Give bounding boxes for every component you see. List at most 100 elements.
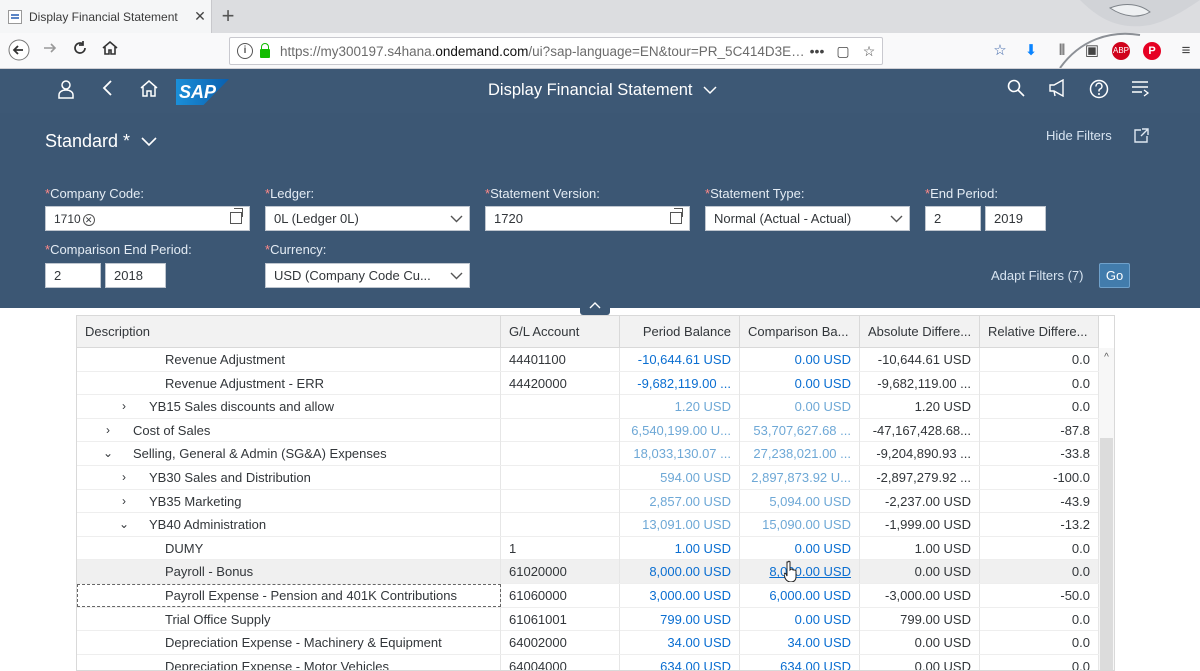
- comparison-balance-cell[interactable]: 2,897,873.92 U...: [740, 466, 860, 489]
- period-balance-cell[interactable]: -9,682,119.00 ...: [620, 371, 740, 395]
- column-header-description[interactable]: Description: [77, 316, 501, 347]
- currency-select[interactable]: USD (Company Code Cu...: [265, 263, 470, 288]
- close-tab-icon[interactable]: ✕: [189, 8, 211, 25]
- period-balance-cell[interactable]: -10,644.61 USD: [620, 348, 740, 371]
- column-header-relative-difference[interactable]: Relative Differe...: [980, 316, 1099, 347]
- url-text[interactable]: https://my300197.s4hana.ondemand.com/ui?…: [280, 44, 804, 59]
- comparison-balance-cell[interactable]: 53,707,627.68 ...: [740, 418, 860, 442]
- me-area-button[interactable]: [1128, 79, 1152, 103]
- hide-filters-button[interactable]: Hide Filters: [1046, 128, 1112, 143]
- scroll-up-icon[interactable]: ^: [1099, 348, 1114, 368]
- table-row[interactable]: › YB15 Sales discounts and allow 1.20 USD 0…: [77, 395, 1099, 419]
- share-button[interactable]: [1133, 127, 1150, 147]
- table-row[interactable]: DUMY 1 1.00 USD 0.00 USD 1.00 USD 0.0: [77, 536, 1099, 561]
- vertical-scrollbar[interactable]: ^: [1099, 348, 1114, 670]
- statement-type-select[interactable]: Normal (Actual - Actual): [705, 206, 910, 231]
- period-balance-cell[interactable]: 1.00 USD: [620, 536, 740, 560]
- expand-node-icon[interactable]: ›: [117, 466, 131, 489]
- browser-tab[interactable]: Display Financial Statement ✕: [0, 0, 212, 33]
- notifications-button[interactable]: [1046, 78, 1070, 103]
- table-row[interactable]: › YB30 Sales and Distribution 594.00 USD 2,…: [77, 466, 1099, 490]
- expand-node-icon[interactable]: ›: [101, 419, 115, 442]
- period-balance-cell[interactable]: 3,000.00 USD: [620, 584, 740, 607]
- go-button[interactable]: Go: [1099, 263, 1130, 288]
- gl-account-cell: [501, 489, 620, 513]
- bookmarks-star-icon[interactable]: ☆: [990, 41, 1010, 61]
- comparison-period-input[interactable]: 2: [45, 263, 101, 288]
- site-info-icon[interactable]: i: [237, 43, 253, 59]
- home-button[interactable]: [98, 39, 122, 63]
- table-row[interactable]: Revenue Adjustment - ERR 44420000 -9,682,1…: [77, 371, 1099, 396]
- comparison-balance-cell[interactable]: 0.00 USD: [740, 395, 860, 419]
- column-header-gl-account[interactable]: G/L Account: [501, 316, 620, 347]
- forward-button[interactable]: [38, 39, 62, 63]
- statement-version-input[interactable]: 1720: [485, 206, 690, 231]
- period-balance-cell[interactable]: 8,000.00 USD: [620, 560, 740, 584]
- collapse-node-icon[interactable]: ⌄: [101, 442, 115, 465]
- table-row[interactable]: Depreciation Expense - Motor Vehicles 640…: [77, 654, 1099, 670]
- period-balance-cell[interactable]: 634.00 USD: [620, 654, 740, 670]
- collapse-header-button[interactable]: [580, 299, 610, 315]
- address-bar[interactable]: i https://my300197.s4hana.ondemand.com/u…: [229, 37, 883, 65]
- comparison-balance-cell[interactable]: 6,000.00 USD: [740, 584, 860, 607]
- period-balance-cell[interactable]: 799.00 USD: [620, 607, 740, 631]
- expand-node-icon[interactable]: ›: [117, 490, 131, 513]
- value-help-icon[interactable]: [670, 208, 683, 224]
- period-balance-cell[interactable]: 34.00 USD: [620, 631, 740, 655]
- table-row[interactable]: Payroll Expense - Pension and 401K Contr…: [77, 584, 1099, 608]
- app-title-menu[interactable]: Display Financial Statement: [488, 81, 717, 100]
- period-balance-cell[interactable]: 13,091.00 USD: [620, 513, 740, 537]
- help-button[interactable]: [1087, 79, 1111, 103]
- collapse-node-icon[interactable]: ⌄: [117, 513, 131, 536]
- comparison-balance-cell[interactable]: 8,000.00 USD: [740, 560, 860, 584]
- period-balance-cell[interactable]: 6,540,199.00 U...: [620, 418, 740, 442]
- table-row[interactable]: ⌄ YB40 Administration 13,091.00 USD 15,090.…: [77, 513, 1099, 537]
- comparison-balance-cell[interactable]: 0.00 USD: [740, 607, 860, 631]
- comparison-balance-cell[interactable]: 15,090.00 USD: [740, 513, 860, 537]
- shell-home-button[interactable]: [137, 79, 161, 103]
- search-button[interactable]: [1004, 79, 1028, 103]
- company-code-input[interactable]: 1710 ✕: [45, 206, 250, 231]
- comparison-balance-cell[interactable]: 5,094.00 USD: [740, 489, 860, 513]
- table-row[interactable]: ⌄ Selling, General & Admin (SG&A) Expense…: [77, 442, 1099, 466]
- table-row[interactable]: Payroll - Bonus 61020000 8,000.00 USD 8,000…: [77, 560, 1099, 584]
- user-icon[interactable]: [54, 79, 78, 103]
- comparison-balance-cell[interactable]: 34.00 USD: [740, 631, 860, 655]
- adapt-filters-button[interactable]: Adapt Filters (7): [991, 268, 1083, 283]
- ledger-select[interactable]: 0L (Ledger 0L): [265, 206, 470, 231]
- column-header-period-balance[interactable]: Period Balance: [620, 316, 740, 347]
- bookmark-star-icon[interactable]: ☆: [856, 43, 882, 60]
- value-help-icon[interactable]: [230, 208, 243, 224]
- table-row[interactable]: › YB35 Marketing 2,857.00 USD 5,094.00 USD -…: [77, 489, 1099, 514]
- page-actions-icon[interactable]: •••: [804, 43, 830, 59]
- sap-logo[interactable]: SAP: [176, 79, 229, 105]
- pocket-icon[interactable]: ▢: [830, 43, 856, 60]
- variant-selector[interactable]: Standard *: [45, 131, 157, 152]
- company-code-token[interactable]: 1710 ✕: [54, 208, 95, 231]
- period-balance-cell[interactable]: 18,033,130.07 ...: [620, 442, 740, 466]
- end-year-input[interactable]: 2019: [985, 206, 1046, 231]
- token-remove-icon[interactable]: ✕: [82, 214, 95, 226]
- comparison-balance-cell[interactable]: 0.00 USD: [740, 371, 860, 395]
- period-balance-cell[interactable]: 1.20 USD: [620, 395, 740, 419]
- table-row[interactable]: Revenue Adjustment 44401100 -10,644.61 USD…: [77, 348, 1099, 372]
- scrollbar-thumb[interactable]: [1100, 438, 1113, 670]
- comparison-balance-cell[interactable]: 634.00 USD: [740, 654, 860, 670]
- expand-node-icon[interactable]: ›: [117, 395, 131, 418]
- column-header-absolute-difference[interactable]: Absolute Differe...: [860, 316, 980, 347]
- comparison-balance-cell[interactable]: 0.00 USD: [740, 536, 860, 560]
- reload-button[interactable]: [68, 39, 92, 63]
- new-tab-button[interactable]: +: [218, 2, 238, 30]
- table-row[interactable]: › Cost of Sales 6,540,199.00 U... 53,707,62…: [77, 418, 1099, 443]
- comparison-balance-cell[interactable]: 27,238,021.00 ...: [740, 442, 860, 466]
- end-period-input[interactable]: 2: [925, 206, 981, 231]
- comparison-year-input[interactable]: 2018: [105, 263, 166, 288]
- nav-back-button[interactable]: [96, 79, 120, 103]
- period-balance-cell[interactable]: 2,857.00 USD: [620, 489, 740, 513]
- back-button[interactable]: [7, 39, 31, 63]
- column-header-comparison-balance[interactable]: Comparison Ba...: [740, 316, 860, 347]
- comparison-balance-cell[interactable]: 0.00 USD: [740, 348, 860, 371]
- table-row[interactable]: Trial Office Supply 61061001 799.00 USD 0.0…: [77, 607, 1099, 632]
- period-balance-cell[interactable]: 594.00 USD: [620, 466, 740, 489]
- table-row[interactable]: Depreciation Expense - Machinery & Equip…: [77, 631, 1099, 655]
